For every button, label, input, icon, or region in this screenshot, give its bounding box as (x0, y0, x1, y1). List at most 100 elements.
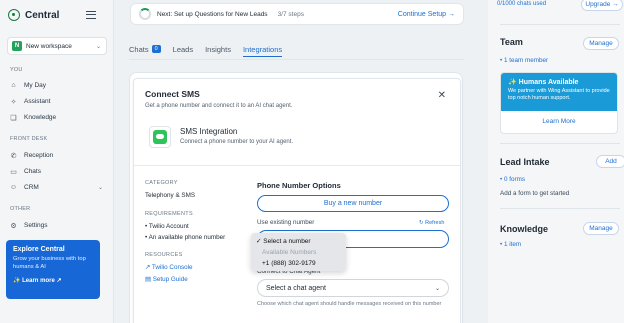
chat-agent-select[interactable]: Select a chat agent ⌄ (257, 279, 449, 297)
buy-number-button[interactable]: Buy a new number (257, 195, 449, 212)
sidebar-item-label: Assistant (24, 98, 51, 105)
tab-bar: Chats 0 Leads Insights Integrations (129, 42, 294, 60)
external-link-icon: ↗ (145, 264, 151, 271)
twilio-console-link[interactable]: ↗ Twilio Console (145, 264, 193, 271)
manage-team-button[interactable]: Manage (583, 37, 619, 50)
learn-more-link[interactable]: ✨ Learn more ↗ (13, 277, 93, 284)
tab-label: Chats (129, 44, 149, 54)
refresh-link[interactable]: ↻ Refresh (419, 220, 444, 226)
promo-description: Grow your business with top humans & AI (13, 256, 86, 270)
gear-icon: ⚙ (10, 222, 17, 230)
promo-title: Explore Central (13, 246, 65, 253)
section-divider (500, 208, 620, 209)
tab-label: Leads (172, 44, 194, 54)
tab-integrations[interactable]: Integrations (242, 42, 283, 57)
dropdown-group-label: Available Numbers (262, 249, 317, 256)
section-divider (500, 143, 620, 144)
home-icon: ⌂ (11, 82, 16, 89)
humans-available-card: ✨ Humans Available We partner with Wing … (500, 72, 618, 134)
manage-knowledge-button[interactable]: Manage (583, 222, 619, 235)
modal-subtitle: Get a phone number and connect it to an … (145, 103, 293, 109)
document-icon: ▤ (145, 276, 151, 283)
upgrade-button[interactable]: Upgrade → (581, 0, 623, 11)
integration-title: SMS Integration (180, 127, 238, 136)
forms-count[interactable]: • 0 forms (500, 176, 525, 183)
sidebar-item-chats[interactable]: ▭ Chats (9, 167, 105, 176)
sidebar-item-label: CRM (24, 184, 39, 191)
chats-count-badge: 0 (151, 45, 161, 53)
lead-intake-help: Add a form to get started (500, 190, 570, 197)
workspace-selector[interactable]: N New workspace ⌄ (7, 37, 107, 55)
setup-next-step: Next: Set up Questions for New Leads (157, 10, 268, 18)
section-other: OTHER (10, 206, 31, 212)
learn-more-button[interactable]: Learn More (501, 118, 617, 125)
tab-label: Insights (205, 44, 231, 54)
scroll-gutter (476, 0, 488, 323)
chat-usage: 0/1000 chats used (497, 1, 547, 7)
sidebar-item-label: Reception (24, 152, 54, 159)
workspace-badge: N (12, 41, 22, 51)
brand-name: Central (25, 9, 60, 21)
central-logo-icon (8, 9, 20, 21)
add-form-button[interactable]: Add (596, 155, 624, 168)
main-content: Next: Set up Questions for New Leads 3/7… (115, 0, 475, 323)
agent-select-value: Select a chat agent (266, 284, 326, 292)
integration-subtitle: Connect a phone number to your AI agent. (180, 139, 294, 145)
workspace-label: New workspace (26, 42, 72, 50)
sidebar-item-settings[interactable]: ⚙ Settings (9, 221, 105, 230)
chevron-down-icon: ⌄ (95, 44, 101, 50)
sidebar-item-assistant[interactable]: ✧ Assistant (9, 97, 105, 106)
section-front-desk: FRONT DESK (10, 136, 48, 142)
category-heading: CATEGORY (145, 180, 178, 186)
continue-setup-link[interactable]: Continue Setup → (398, 11, 455, 18)
progress-ring-icon (139, 8, 151, 20)
requirement-item: • Twilio Account (145, 223, 189, 230)
connect-sms-modal: Connect SMS Get a phone number and conne… (133, 78, 461, 323)
close-icon[interactable]: ✕ (438, 90, 446, 101)
chat-icon: ▭ (10, 168, 17, 176)
humans-description: We partner with Wing Assistant to provid… (508, 88, 610, 102)
use-existing-label: Use existing number (257, 219, 315, 226)
tab-divider (129, 59, 464, 60)
phone-options-title: Phone Number Options (257, 181, 341, 190)
dropdown-option-select-number[interactable]: ✓ Select a number (256, 236, 341, 247)
sidebar-item-label: Settings (24, 222, 48, 229)
section-divider (500, 24, 620, 25)
lead-intake-title: Lead Intake (500, 157, 550, 167)
chevron-down-icon: ⌄ (434, 285, 440, 292)
dropdown-option-number[interactable]: +1 (888) 302-9179 (256, 258, 341, 269)
explore-promo-card: Explore Central Grow your business with … (6, 240, 100, 299)
book-icon: ❑ (10, 114, 17, 122)
sidebar-item-reception[interactable]: ✆ Reception (9, 151, 105, 160)
brand[interactable]: Central (8, 9, 59, 21)
hamburger-menu-icon[interactable] (86, 11, 96, 19)
usage-row: 0/1000 chats used Upgrade → (497, 0, 623, 11)
setup-guide-link[interactable]: ▤ Setup Guide (145, 276, 188, 283)
section-you: YOU (10, 67, 23, 73)
phone-icon: ✆ (10, 152, 17, 160)
sidebar: Central N New workspace ⌄ YOU ⌂ My Day ✧… (0, 0, 114, 323)
requirement-item: • An available phone number (145, 234, 226, 241)
sidebar-item-my-day[interactable]: ⌂ My Day (9, 81, 105, 90)
sidebar-item-crm[interactable]: ☺ CRM ⌄ (9, 183, 105, 192)
sms-integration-header: SMS Integration Connect a phone number t… (145, 125, 461, 165)
agent-help-text: Choose which chat agent should handle me… (257, 301, 442, 307)
sms-app-icon (149, 126, 171, 148)
knowledge-item-count[interactable]: • 1 item (500, 241, 521, 248)
knowledge-title: Knowledge (500, 224, 549, 234)
sparkle-icon: ✨ (508, 79, 517, 86)
team-member-count[interactable]: • 1 team member (500, 57, 548, 64)
tab-insights[interactable]: Insights (205, 42, 231, 56)
sidebar-item-label: Knowledge (24, 114, 57, 121)
setup-step-count: 3/7 steps (277, 10, 304, 18)
refresh-icon: ↻ (419, 220, 424, 226)
modal-title: Connect SMS (145, 89, 200, 99)
setup-progress-bar: Next: Set up Questions for New Leads 3/7… (130, 3, 464, 25)
tab-leads[interactable]: Leads (173, 42, 193, 56)
category-value: Telephony & SMS (145, 192, 196, 199)
tab-chats[interactable]: Chats 0 (129, 42, 161, 56)
sidebar-item-knowledge[interactable]: ❑ Knowledge (9, 113, 105, 122)
sparkle-icon: ✧ (10, 98, 17, 106)
humans-title: ✨ Humans Available (508, 79, 579, 86)
tab-label: Integrations (242, 44, 283, 54)
